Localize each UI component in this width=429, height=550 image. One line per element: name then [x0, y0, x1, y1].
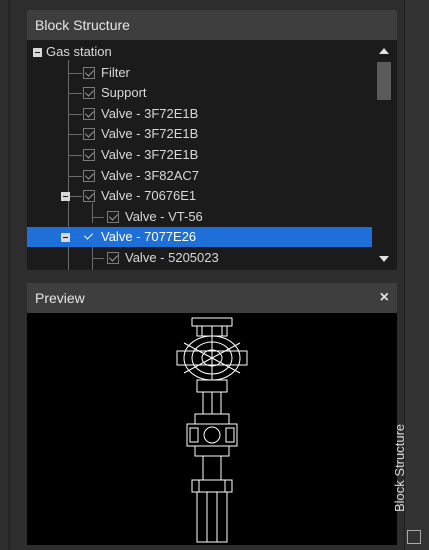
tree-item-label: Filter — [101, 64, 130, 80]
tree-item[interactable]: Valve - 70676E1 — [27, 186, 372, 206]
tree-item-label: Valve - 5205023 — [125, 250, 219, 265]
tree-item[interactable]: Valve - 3F82AC7 — [27, 166, 372, 186]
tree-connector — [68, 134, 82, 136]
tree-item-label: Valve - 7077E26 — [101, 229, 197, 245]
tree-item[interactable]: Valve - 3F72E1B — [27, 104, 372, 124]
visibility-checkbox[interactable] — [83, 149, 95, 161]
tree-item-label: Valve - VT-56 — [125, 208, 203, 224]
collapse-toggle-icon[interactable] — [61, 233, 70, 243]
tree-item-label: Valve - 3F72E1B — [101, 105, 199, 121]
preview-title: Preview — [35, 290, 85, 306]
scroll-up-icon[interactable] — [379, 48, 389, 54]
visibility-checkbox[interactable] — [83, 87, 95, 100]
tree-connector — [68, 237, 82, 239]
tree-item-label: Valve - 3F72E1B — [101, 147, 199, 162]
tree-connector — [92, 216, 104, 218]
tree-connector — [68, 155, 82, 156]
tree-item-label: Valve - 3F72E1B — [101, 126, 199, 142]
tree-item[interactable]: Valve - 3F72E1B — [27, 145, 372, 165]
close-icon[interactable]: × — [380, 283, 389, 313]
tree-connector — [68, 72, 82, 74]
tree-connector — [68, 113, 82, 115]
block-structure-tree[interactable]: Gas station Filter Support Valve - 3F72E1B V… — [27, 40, 397, 270]
visibility-checkbox[interactable] — [107, 210, 119, 223]
visibility-checkbox[interactable] — [83, 231, 95, 243]
visibility-checkbox[interactable] — [83, 66, 95, 79]
tree-item-label: Valve - 70676E1 — [101, 188, 197, 204]
side-tab-strip[interactable] — [404, 0, 429, 550]
block-structure-tab-icon[interactable] — [407, 530, 421, 544]
tree-item[interactable]: Valve - 7077E26 — [27, 227, 372, 248]
visibility-checkbox[interactable] — [83, 128, 95, 141]
tree-item-label: Support — [101, 85, 147, 101]
tree-item[interactable]: Gas station — [27, 42, 372, 62]
tree-item-label: Gas station — [46, 44, 112, 59]
tree-item[interactable]: Valve - VT-56 — [27, 207, 372, 227]
preview-canvas — [27, 313, 397, 545]
dock-border — [8, 0, 10, 550]
collapse-toggle-icon[interactable] — [33, 48, 42, 57]
tree-connector — [68, 196, 82, 198]
valve-drawing — [176, 317, 248, 543]
tree-item[interactable]: Filter — [27, 63, 372, 83]
tree-item-label: Valve - 3F82AC7 — [101, 167, 200, 183]
side-tab-label[interactable]: Block Structure — [392, 424, 407, 512]
tree-item[interactable]: Valve - 3F72E1B — [27, 124, 372, 144]
tree-item[interactable]: Valve - 5205023 — [27, 248, 372, 268]
tree-scrollbar[interactable] — [374, 40, 394, 270]
visibility-checkbox[interactable] — [83, 169, 95, 182]
tree-item[interactable]: Support — [27, 83, 372, 103]
block-structure-title: Block Structure — [35, 17, 130, 33]
visibility-checkbox[interactable] — [83, 107, 95, 120]
tree-connector — [92, 258, 104, 259]
scroll-thumb[interactable] — [377, 62, 391, 100]
visibility-checkbox[interactable] — [107, 252, 119, 264]
visibility-checkbox[interactable] — [83, 190, 95, 203]
scroll-down-icon[interactable] — [379, 256, 389, 262]
block-structure-header: Block Structure — [27, 10, 397, 40]
preview-header: Preview × — [27, 283, 397, 313]
tree-connector — [68, 93, 82, 95]
collapse-toggle-icon[interactable] — [61, 192, 70, 202]
tree-connector — [68, 175, 82, 177]
